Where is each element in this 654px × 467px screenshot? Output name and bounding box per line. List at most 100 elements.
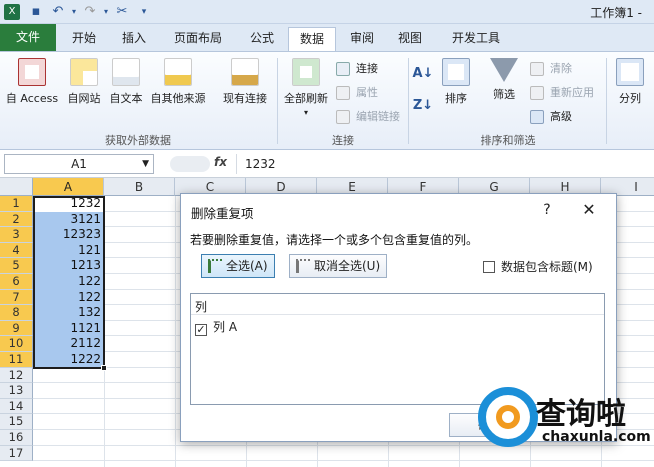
- formula-input[interactable]: 1232: [236, 154, 652, 174]
- refresh-all-button[interactable]: 全部刷新 ▾: [280, 58, 332, 117]
- divider: [191, 314, 604, 315]
- undo-icon[interactable]: ↶: [50, 4, 66, 20]
- tab-home[interactable]: 开始: [60, 27, 108, 51]
- row-header[interactable]: 5: [0, 258, 33, 274]
- row-header[interactable]: 14: [0, 398, 33, 415]
- refresh-icon: [292, 58, 320, 86]
- save-icon[interactable]: ▪: [28, 4, 44, 20]
- dialog-message: 若要删除重复值，请选择一个或多个包含重复值的列。: [190, 233, 479, 247]
- row-header[interactable]: 10: [0, 336, 33, 352]
- insert-function-icon[interactable]: fx: [214, 155, 227, 169]
- row-header[interactable]: 11: [0, 352, 33, 368]
- text-to-columns-label: 分列: [619, 92, 641, 105]
- formula-bar-handle[interactable]: [170, 156, 210, 172]
- existing-connections-label: 现有连接: [223, 92, 267, 105]
- select-all-icon: [208, 259, 222, 273]
- group-label-sort-filter: 排序和筛选: [480, 134, 536, 147]
- row-header[interactable]: 4: [0, 242, 33, 259]
- column-item-checkbox[interactable]: ✓ 列 A: [195, 318, 237, 336]
- has-headers-checkbox[interactable]: 数据包含标题(M): [483, 258, 593, 275]
- name-box[interactable]: A1 ▼: [4, 154, 154, 174]
- row-header[interactable]: 16: [0, 430, 33, 446]
- unselect-all-label: 取消全选(U): [314, 259, 381, 273]
- row-header[interactable]: 15: [0, 414, 33, 430]
- from-text-label: 自文本: [109, 92, 143, 105]
- chevron-down-icon[interactable]: ▾: [66, 4, 82, 20]
- sort-ascending-icon[interactable]: A↓: [412, 66, 434, 81]
- unselect-all-button[interactable]: 取消全选(U): [289, 254, 388, 278]
- chevron-down-icon[interactable]: ▼: [142, 155, 149, 173]
- edit-links-label: 编辑链接: [356, 110, 400, 123]
- row-header[interactable]: 8: [0, 305, 33, 321]
- row-header[interactable]: 7: [0, 289, 33, 306]
- reapply-button[interactable]: 重新应用: [528, 84, 594, 102]
- watermark-text: 查询啦: [536, 397, 626, 432]
- tab-insert[interactable]: 插入: [112, 27, 156, 51]
- properties-label: 属性: [356, 86, 378, 99]
- advanced-label: 高级: [550, 110, 572, 123]
- excel-logo-icon[interactable]: X: [4, 4, 20, 20]
- connections-button[interactable]: 连接: [334, 60, 378, 78]
- ribbon-data: 自 Access 自网站 自文本 自其他来源 现有连接 获取外部数据 全部刷新 …: [0, 51, 654, 150]
- text-to-columns-button[interactable]: 分列: [610, 58, 650, 106]
- tab-formulas[interactable]: 公式: [240, 27, 284, 51]
- text-file-icon: [112, 58, 140, 86]
- column-header[interactable]: A: [33, 178, 104, 196]
- web-icon: [70, 58, 98, 86]
- tab-file[interactable]: 文件: [0, 24, 56, 51]
- row-header[interactable]: 1: [0, 196, 33, 212]
- sort-button[interactable]: 排序: [438, 58, 474, 106]
- close-icon[interactable]: ✕: [577, 199, 601, 221]
- from-other-sources-label: 自其他来源: [150, 92, 206, 105]
- select-all-button[interactable]: 全选(A): [201, 254, 275, 278]
- connections-icon: [336, 62, 350, 76]
- advanced-button[interactable]: 高级: [528, 108, 572, 126]
- customize-toolbar-icon[interactable]: ▾: [136, 4, 152, 20]
- row-header[interactable]: 13: [0, 383, 33, 399]
- select-all-label: 全选(A): [226, 259, 268, 273]
- tab-page-layout[interactable]: 页面布局: [160, 27, 236, 51]
- properties-icon: [336, 86, 350, 100]
- sort-descending-icon[interactable]: Z↓: [412, 98, 434, 113]
- checkmark-icon: ✓: [195, 323, 207, 336]
- chevron-down-icon[interactable]: ▾: [98, 4, 114, 20]
- select-all-corner[interactable]: [0, 178, 33, 196]
- reapply-label: 重新应用: [550, 86, 594, 99]
- row-header[interactable]: 12: [0, 367, 33, 384]
- row-header[interactable]: 2: [0, 211, 33, 228]
- redo-icon[interactable]: ↷: [82, 4, 98, 20]
- tab-review[interactable]: 审阅: [340, 27, 384, 51]
- group-label-connections: 连接: [332, 134, 354, 147]
- quick-access-toolbar: X ▪ ↶ ▾ ↷ ▾ ✂ ▾ 工作簿1 -: [0, 0, 654, 24]
- group-separator: [606, 58, 607, 144]
- fill-handle[interactable]: [101, 365, 107, 371]
- logo-inner-ring: [496, 405, 520, 429]
- edit-links-button[interactable]: 编辑链接: [334, 108, 400, 126]
- name-box-value: A1: [71, 157, 87, 171]
- checkbox-icon: [483, 261, 495, 273]
- clear-button[interactable]: 清除: [528, 60, 572, 78]
- tools-icon[interactable]: ✂: [114, 4, 130, 20]
- existing-connections-button[interactable]: 现有连接: [218, 58, 272, 106]
- row-header[interactable]: 3: [0, 227, 33, 243]
- connections-label: 连接: [356, 62, 378, 75]
- sort-icon: [442, 58, 470, 86]
- tab-data[interactable]: 数据: [288, 27, 336, 52]
- refresh-all-label: 全部刷新: [284, 92, 328, 105]
- filter-button[interactable]: 筛选: [484, 58, 524, 102]
- access-icon: [18, 58, 46, 86]
- properties-button[interactable]: 属性: [334, 84, 378, 102]
- has-headers-label: 数据包含标题(M): [501, 260, 593, 274]
- window-title: 工作簿1 -: [590, 6, 642, 20]
- row-header[interactable]: 17: [0, 445, 33, 462]
- column-header[interactable]: B: [104, 178, 175, 196]
- tab-view[interactable]: 视图: [388, 27, 432, 51]
- row-header[interactable]: 9: [0, 320, 33, 337]
- from-web-button[interactable]: 自网站: [64, 58, 104, 106]
- from-other-sources-button[interactable]: 自其他来源: [148, 58, 208, 106]
- tab-developer[interactable]: 开发工具: [440, 27, 512, 51]
- help-icon[interactable]: ?: [537, 200, 557, 220]
- row-header[interactable]: 6: [0, 274, 33, 290]
- from-access-button[interactable]: 自 Access: [2, 58, 62, 106]
- from-text-button[interactable]: 自文本: [106, 58, 146, 106]
